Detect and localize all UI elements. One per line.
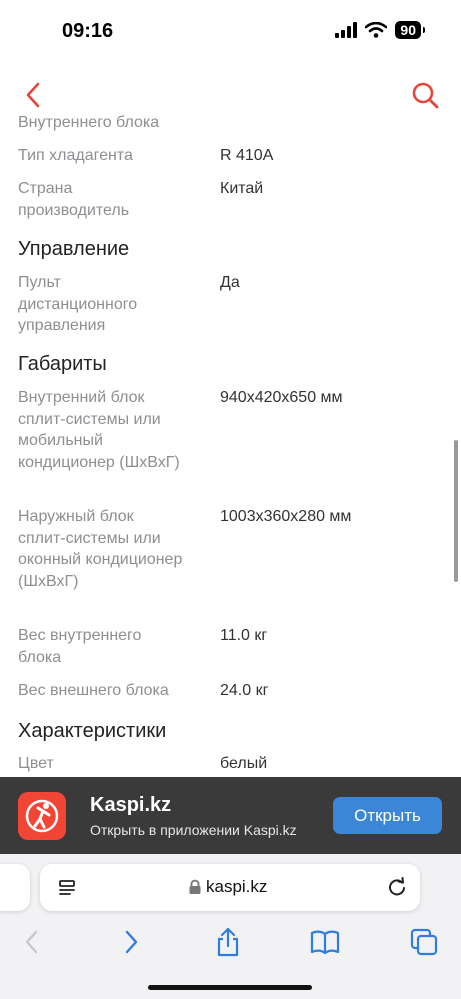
tabs-button[interactable] — [408, 926, 440, 958]
status-time: 09:16 — [62, 20, 114, 42]
app-banner: Kaspi.kz Открыть в приложении Kaspi.kz О… — [0, 777, 461, 854]
lock-icon — [189, 879, 201, 894]
chevron-left-icon — [25, 930, 38, 954]
section-title-characteristics: Характеристики — [18, 720, 167, 742]
spec-key: Пульт дистанционного управления — [18, 274, 138, 334]
status-icons: 90 — [335, 21, 425, 39]
chevron-right-icon — [125, 930, 138, 954]
spec-value: 11.0 кг — [220, 627, 268, 644]
address-bar[interactable]: kaspi.kz — [40, 864, 420, 911]
chevron-left-icon — [26, 82, 40, 108]
banner-subtitle: Открыть в приложении Kaspi.kz — [90, 822, 297, 838]
section-title-dimensions: Габариты — [18, 353, 107, 375]
spec-key: Тип хладагента — [18, 147, 133, 164]
spec-value: R 410A — [220, 147, 274, 164]
spec-value: 24.0 кг — [220, 682, 269, 699]
spec-key: Внутренний блок сплит-системы или мобиль… — [18, 389, 180, 471]
reload-icon[interactable] — [386, 876, 408, 898]
section-title-control: Управление — [18, 238, 130, 260]
spec-value: Да — [220, 274, 240, 291]
spec-value: 1003x360x280 мм — [220, 508, 352, 525]
url-text: kaspi.kz — [206, 877, 268, 896]
spec-key: Страна производитель — [18, 180, 130, 219]
wifi-icon — [365, 22, 388, 38]
banner-title: Kaspi.kz — [90, 794, 172, 816]
back-button[interactable] — [20, 78, 50, 112]
spec-key: Внутреннего блока — [18, 114, 160, 131]
spec-key: Цвет — [18, 755, 54, 772]
share-button[interactable] — [212, 926, 244, 958]
share-icon — [217, 927, 239, 957]
spec-value: 940x420x650 мм — [220, 389, 343, 406]
tabs-icon — [410, 928, 438, 956]
battery-icon: 90 — [395, 21, 425, 39]
open-app-button[interactable]: Открыть — [333, 797, 442, 834]
bookmarks-button[interactable] — [309, 926, 341, 958]
search-button[interactable] — [409, 78, 441, 112]
kaspi-logo-icon — [25, 799, 59, 833]
specs-list: Внутреннего блока Тип хладагента R 410A … — [0, 110, 461, 777]
book-icon — [310, 930, 340, 955]
spec-key: Вес внешнего блока — [18, 682, 169, 699]
kaspi-app-icon[interactable] — [18, 792, 66, 840]
spec-key: Наружный блок сплит-системы или оконный … — [18, 508, 183, 590]
spec-key: Вес внутреннего блока — [18, 627, 142, 666]
reader-mode-icon[interactable] — [58, 878, 78, 898]
scrollbar[interactable] — [454, 440, 458, 582]
browser-forward-button[interactable] — [115, 926, 147, 958]
spec-value: Китай — [220, 180, 264, 197]
browser-chrome: kaspi.kz — [0, 854, 461, 999]
status-bar: 09:16 90 — [0, 0, 461, 60]
cellular-signal-icon — [335, 22, 358, 38]
browser-back-button[interactable] — [16, 926, 48, 958]
spec-value: белый — [220, 755, 268, 772]
previous-tab-preview[interactable] — [0, 864, 30, 911]
search-icon — [412, 82, 439, 109]
home-indicator — [148, 985, 312, 990]
